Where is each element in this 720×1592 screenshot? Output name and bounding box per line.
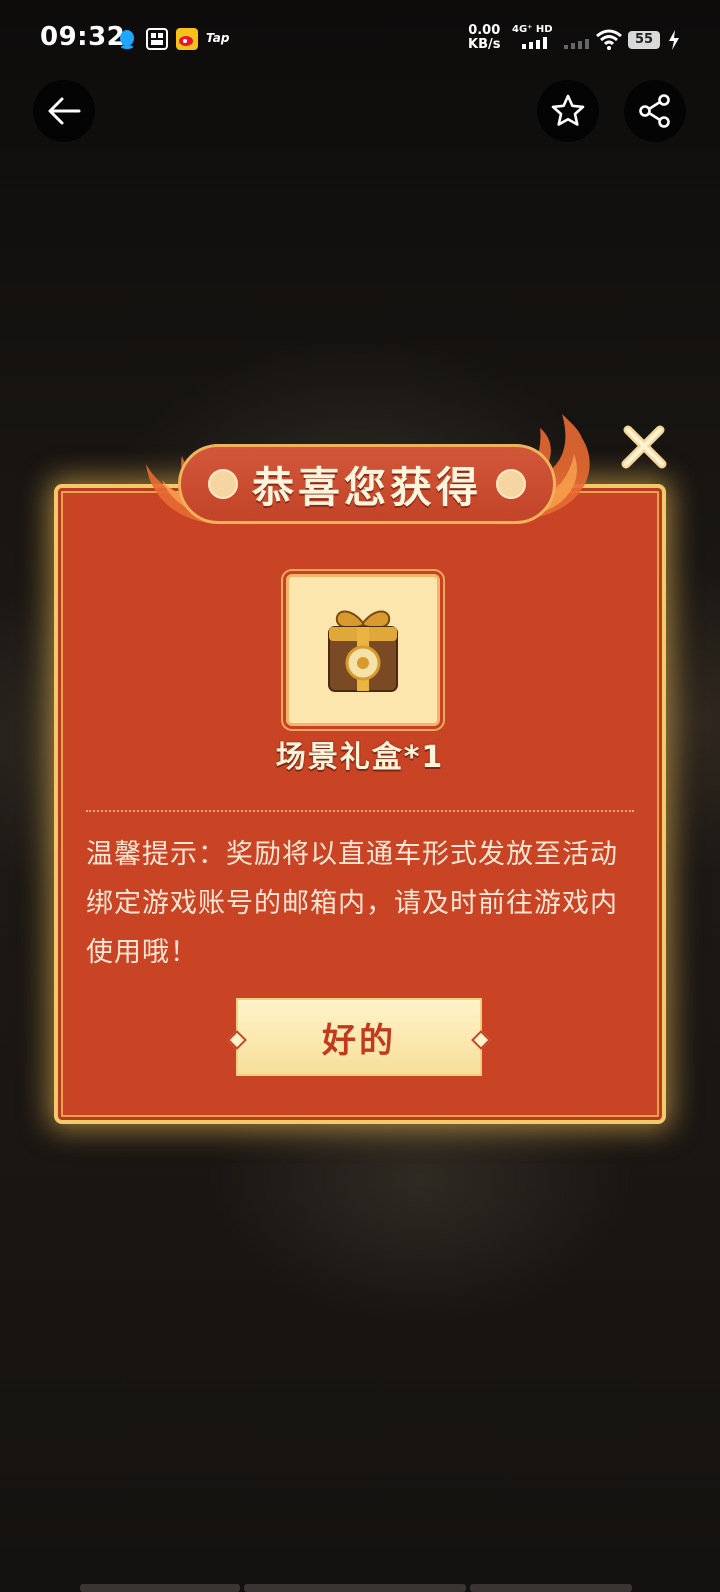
reward-item-frame <box>286 574 440 726</box>
weibo-icon <box>176 28 198 50</box>
game-hall-icon <box>146 28 168 50</box>
bottom-tab-hint <box>244 1584 466 1592</box>
ornament-icon <box>207 469 238 499</box>
ok-button-label: 好的 <box>322 1020 396 1061</box>
charging-icon <box>669 30 679 50</box>
share-button[interactable] <box>624 80 686 142</box>
battery-level: 55 <box>628 31 660 49</box>
signal-icon <box>522 37 547 49</box>
dotted-divider <box>86 810 634 812</box>
gift-box-icon <box>328 610 398 692</box>
bottom-tab-hint <box>470 1584 632 1592</box>
ornament-icon <box>496 469 526 499</box>
tap-icon: Tap <box>206 31 230 45</box>
status-bar: 09:32 Tap 0.00 KB/s 4G⁺ HD 55 <box>0 0 720 78</box>
close-button[interactable] <box>620 424 668 472</box>
dialog-title-banner: 恭喜您获得 <box>178 444 556 524</box>
bottom-tab-hint <box>80 1584 240 1592</box>
back-button[interactable] <box>33 80 95 142</box>
net-speed: 0.00 KB/s <box>468 23 501 52</box>
arrow-left-icon <box>48 97 81 125</box>
qq-icon <box>120 30 134 49</box>
network-type: 4G⁺ HD <box>512 24 553 35</box>
star-icon <box>551 94 585 126</box>
status-time: 09:32 <box>40 22 126 52</box>
share-icon <box>639 94 670 128</box>
signal-weak-icon <box>564 39 589 49</box>
tip-text: 温馨提示：奖励将以直通车形式发放至活动 绑定游戏账号的邮箱内，请及时前往游戏内 … <box>86 839 618 968</box>
dialog-title: 恭喜您获得 <box>251 462 482 512</box>
reward-name: 场景礼盒*1 <box>275 740 445 775</box>
wifi-icon <box>596 29 622 50</box>
favorite-button[interactable] <box>537 80 599 142</box>
ok-button[interactable]: 好的 <box>227 998 491 1076</box>
